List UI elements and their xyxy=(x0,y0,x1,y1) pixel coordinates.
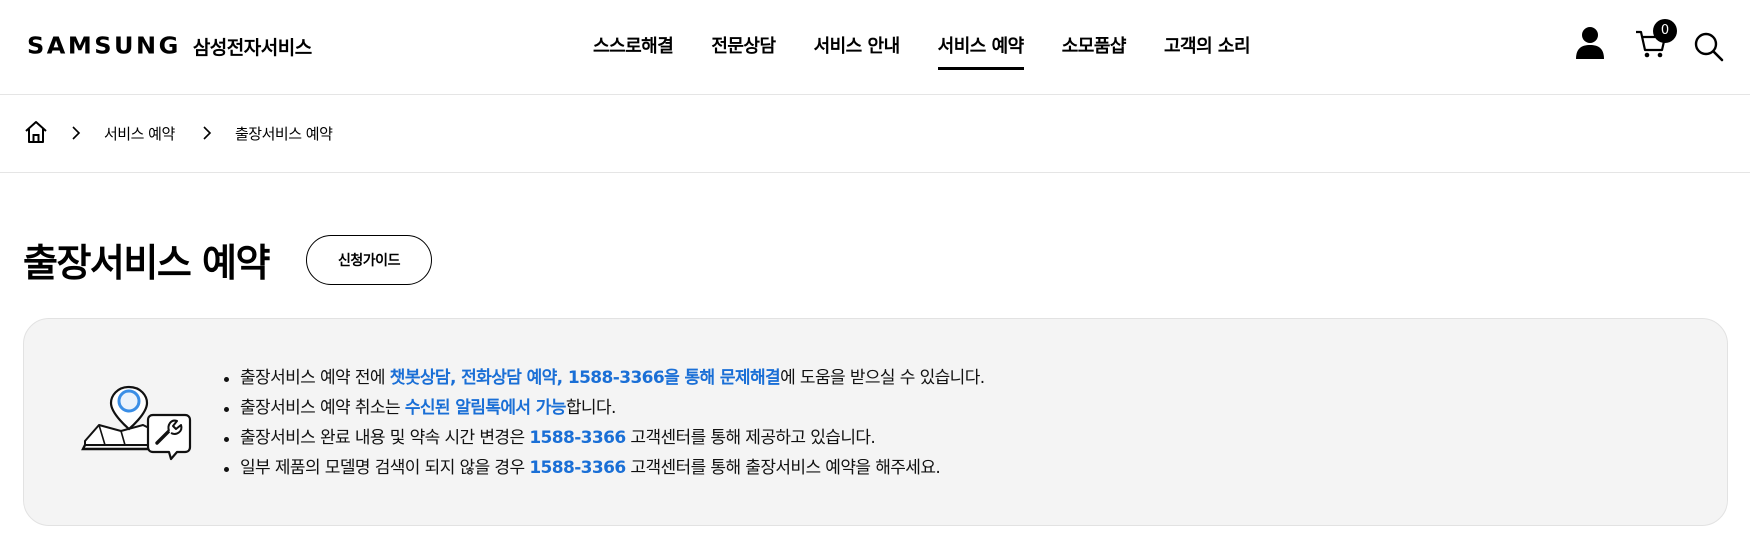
nav-item-supplies-shop[interactable]: 소모품샵 xyxy=(1062,32,1127,58)
notice-text: 출장서비스 예약 취소는 xyxy=(240,398,405,418)
notice-highlight: 1588-3366 xyxy=(529,428,626,448)
notice-text: 합니다. xyxy=(565,398,617,418)
nav-item-customer-voice[interactable]: 고객의 소리 xyxy=(1164,32,1251,58)
notice-text: 출장서비스 완료 내용 및 약속 시간 변경은 xyxy=(240,428,530,448)
home-icon[interactable] xyxy=(23,119,49,149)
breadcrumb-link-service-reservation[interactable]: 서비스 예약 xyxy=(104,123,175,144)
notice-item: 출장서비스 완료 내용 및 약속 시간 변경은 1588-3366 고객센터를 … xyxy=(224,423,985,453)
samsung-logo[interactable]: SAMSUNG 삼성전자서비스 xyxy=(27,32,312,60)
notice-item: 출장서비스 예약 전에 챗봇상담, 전화상담 예약, 1588-3366을 통해… xyxy=(224,363,985,393)
breadcrumb-current: 출장서비스 예약 xyxy=(235,125,333,143)
nav-item-service-info[interactable]: 서비스 안내 xyxy=(814,32,901,58)
breadcrumb: 서비스 예약 출장서비스 예약 xyxy=(0,96,1750,173)
chevron-right-icon xyxy=(201,125,213,145)
nav-item-consult[interactable]: 전문상담 xyxy=(711,32,776,58)
notice-text: 고객센터를 통해 제공하고 있습니다. xyxy=(625,428,876,448)
logo-wordmark: SAMSUNG xyxy=(27,32,181,60)
nav-item-self-solve[interactable]: 스스로해결 xyxy=(593,32,674,58)
page-title: 출장서비스 예약 xyxy=(23,241,270,285)
notice-text: 고객센터를 통해 출장서비스 예약을 해주세요. xyxy=(625,458,941,478)
site-header: SAMSUNG 삼성전자서비스 스스로해결 전문상담 서비스 안내 서비스 예약… xyxy=(0,0,1750,95)
search-icon[interactable] xyxy=(1693,31,1725,67)
cart-count-badge: 0 xyxy=(1653,19,1677,43)
nav-item-service-reservation[interactable]: 서비스 예약 xyxy=(937,32,1024,70)
logo-subtitle: 삼성전자서비스 xyxy=(192,37,312,59)
notice-highlight: 챗봇상담, 전화상담 예약, 1588-3366을 통해 문제해결 xyxy=(389,368,781,388)
notice-box: 출장서비스 예약 전에 챗봇상담, 전화상담 예약, 1588-3366을 통해… xyxy=(23,318,1728,526)
notice-text: 에 도움을 받으실 수 있습니다. xyxy=(780,368,985,388)
notice-highlight: 1588-3366 xyxy=(529,458,626,478)
notice-text: 일부 제품의 모델명 검색이 되지 않을 경우 xyxy=(240,458,530,478)
notice-item: 출장서비스 예약 취소는 수신된 알림톡에서 가능합니다. xyxy=(224,393,985,423)
notice-item: 일부 제품의 모델명 검색이 되지 않을 경우 1588-3366 고객센터를 … xyxy=(224,453,985,483)
map-pin-repair-icon xyxy=(81,381,193,467)
user-icon[interactable] xyxy=(1574,26,1606,64)
application-guide-button[interactable]: 신청가이드 xyxy=(306,235,432,285)
notice-text: 출장서비스 예약 전에 xyxy=(240,368,390,388)
notice-list: 출장서비스 예약 전에 챗봇상담, 전화상담 예약, 1588-3366을 통해… xyxy=(224,363,985,483)
notice-highlight: 수신된 알림톡에서 가능 xyxy=(404,398,567,418)
chevron-right-icon xyxy=(70,125,82,145)
main-nav: 스스로해결 전문상담 서비스 안내 서비스 예약 소모품샵 고객의 소리 xyxy=(593,32,1288,70)
